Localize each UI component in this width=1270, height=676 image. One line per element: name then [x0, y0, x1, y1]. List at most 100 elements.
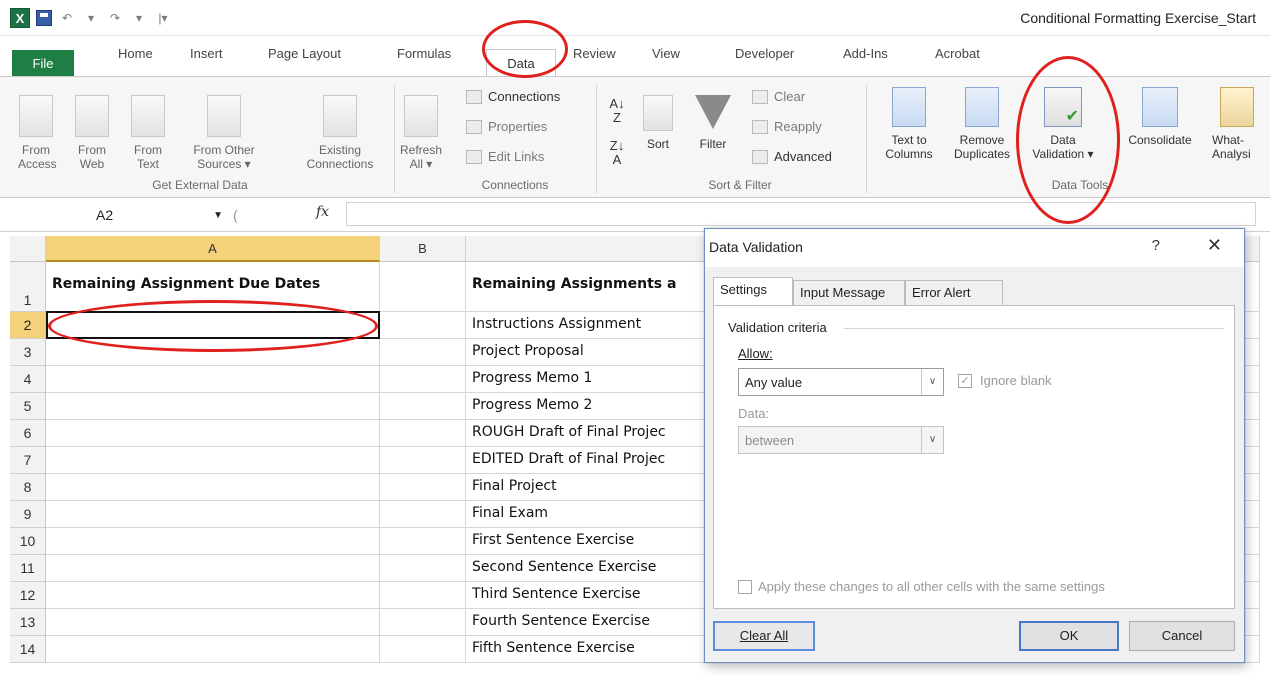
cell-b14[interactable] [380, 636, 466, 663]
cell-a8[interactable] [46, 474, 380, 501]
cell-b9[interactable] [380, 501, 466, 528]
cell-b5[interactable] [380, 393, 466, 420]
clear-all-button[interactable]: Clear All [713, 621, 815, 651]
consolidate-button[interactable]: Consolidate [1118, 87, 1202, 147]
cell-b3[interactable] [380, 339, 466, 366]
cell-b11[interactable] [380, 555, 466, 582]
advanced-button[interactable]: Advanced [752, 149, 832, 164]
cell-a5[interactable] [46, 393, 380, 420]
reapply-button[interactable]: Reapply [752, 119, 822, 134]
cell-b13[interactable] [380, 609, 466, 636]
apply-all-checkbox[interactable] [738, 580, 752, 594]
what-if-analysis-button[interactable]: What- Analysi [1212, 87, 1270, 161]
row-header[interactable]: 11 [10, 555, 46, 582]
column-header-a[interactable]: A [46, 236, 380, 262]
cell-a10[interactable] [46, 528, 380, 555]
row-header[interactable]: 14 [10, 636, 46, 663]
undo-icon[interactable]: ↶ [58, 9, 76, 27]
dropdown-arrow-icon[interactable]: ▾ [130, 9, 148, 27]
sort-a-z-button[interactable]: A↓ Z [606, 97, 628, 125]
tab-data[interactable]: Data [486, 49, 556, 77]
customize-toolbar-icon[interactable]: |▾ [154, 9, 172, 27]
edit-links-button[interactable]: Edit Links [466, 149, 544, 164]
dropdown-arrow-icon[interactable]: ▾ [82, 9, 100, 27]
row-header[interactable]: 3 [10, 339, 46, 366]
filter-button[interactable]: Filter [690, 95, 736, 151]
row-header[interactable]: 4 [10, 366, 46, 393]
cell-a11[interactable] [46, 555, 380, 582]
cell-a6[interactable] [46, 420, 380, 447]
excel-logo-icon[interactable]: X [10, 8, 30, 28]
cell-b4[interactable] [380, 366, 466, 393]
tab-add-ins[interactable]: Add-Ins [843, 46, 888, 61]
from-web-button[interactable]: From Web [74, 95, 110, 171]
cell-b10[interactable] [380, 528, 466, 555]
tab-review[interactable]: Review [573, 46, 616, 61]
cancel-button[interactable]: Cancel [1129, 621, 1235, 651]
tab-error-alert[interactable]: Error Alert [905, 280, 1003, 305]
row-header[interactable]: 12 [10, 582, 46, 609]
cell-a7[interactable] [46, 447, 380, 474]
row-header[interactable]: 8 [10, 474, 46, 501]
row-header[interactable]: 1 [10, 262, 46, 312]
tab-home[interactable]: Home [118, 46, 153, 61]
cell-b7[interactable] [380, 447, 466, 474]
allow-select[interactable]: Any value ∨ [738, 368, 944, 396]
formula-input[interactable] [346, 202, 1256, 226]
cell-b6[interactable] [380, 420, 466, 447]
connections-button[interactable]: Connections [466, 89, 560, 104]
row-header[interactable]: 6 [10, 420, 46, 447]
cell-a4[interactable] [46, 366, 380, 393]
cell-a9[interactable] [46, 501, 380, 528]
tab-acrobat[interactable]: Acrobat [935, 46, 980, 61]
tab-developer[interactable]: Developer [735, 46, 794, 61]
row-header[interactable]: 5 [10, 393, 46, 420]
ignore-blank-checkbox[interactable]: ✓ [958, 374, 972, 388]
existing-connections-button[interactable]: Existing Connections [294, 95, 386, 171]
properties-button[interactable]: Properties [466, 119, 547, 134]
tab-file[interactable]: File [12, 50, 74, 76]
row-header[interactable]: 13 [10, 609, 46, 636]
cell-a13[interactable] [46, 609, 380, 636]
name-box-dropdown-icon[interactable]: ▼ [213, 210, 223, 221]
cell-b12[interactable] [380, 582, 466, 609]
cell-a12[interactable] [46, 582, 380, 609]
sort-button[interactable]: Sort [640, 95, 676, 151]
tab-input-message[interactable]: Input Message [793, 280, 905, 305]
row-header[interactable]: 2 [10, 312, 46, 339]
from-other-sources-button[interactable]: From Other Sources ▾ [186, 95, 262, 171]
refresh-all-button[interactable]: Refresh All ▾ [398, 95, 444, 171]
cell-b2[interactable] [380, 312, 466, 339]
select-all-corner[interactable] [10, 236, 46, 262]
row-header[interactable]: 10 [10, 528, 46, 555]
cell-b8[interactable] [380, 474, 466, 501]
row-header[interactable]: 7 [10, 447, 46, 474]
data-validation-button[interactable]: ✔ Data Validation ▾ [1020, 87, 1106, 161]
dialog-title: Data Validation [709, 239, 803, 255]
clear-button[interactable]: Clear [752, 89, 805, 104]
row-header[interactable]: 9 [10, 501, 46, 528]
redo-icon[interactable]: ↷ [106, 9, 124, 27]
tab-settings[interactable]: Settings [713, 277, 793, 305]
remove-duplicates-button[interactable]: Remove Duplicates [944, 87, 1020, 161]
tab-view[interactable]: View [652, 46, 680, 61]
cell-a1[interactable]: Remaining Assignment Due Dates [46, 262, 380, 312]
cell-b1[interactable] [380, 262, 466, 312]
tab-formulas[interactable]: Formulas [397, 46, 451, 61]
from-access-button[interactable]: From Access [18, 95, 57, 171]
column-header-b[interactable]: B [380, 236, 466, 262]
sort-z-a-button[interactable]: Z↓ A [606, 139, 628, 167]
close-icon[interactable]: ✕ [1207, 235, 1222, 256]
tab-page-layout[interactable]: Page Layout [268, 46, 341, 61]
tab-insert[interactable]: Insert [190, 46, 223, 61]
save-icon[interactable] [36, 10, 52, 26]
from-text-button[interactable]: From Text [130, 95, 166, 171]
data-select[interactable]: between ∨ [738, 426, 944, 454]
insert-function-icon[interactable]: fx [316, 204, 329, 220]
text-to-columns-button[interactable]: Text to Columns [882, 87, 936, 161]
cell-a3[interactable] [46, 339, 380, 366]
cell-a14[interactable] [46, 636, 380, 663]
ok-button[interactable]: OK [1019, 621, 1119, 651]
name-box[interactable]: A2 ▼ ( [14, 204, 244, 226]
help-icon[interactable]: ? [1152, 237, 1160, 254]
